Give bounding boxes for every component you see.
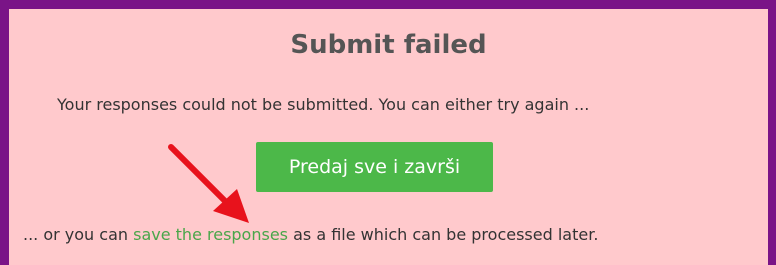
submit-all-button[interactable]: Predaj sve i završi xyxy=(256,142,493,192)
alternative-prefix: ... or you can xyxy=(23,225,134,244)
submit-failed-panel: Submit failed Your responses could not b… xyxy=(0,0,776,265)
red-arrow-icon xyxy=(168,144,249,223)
alternative-message: ... or you can save the responses as a f… xyxy=(23,225,598,244)
alternative-suffix: as a file which can be processed later. xyxy=(288,225,599,244)
dialog-title: Submit failed xyxy=(290,30,487,60)
error-message: Your responses could not be submitted. Y… xyxy=(57,95,590,114)
